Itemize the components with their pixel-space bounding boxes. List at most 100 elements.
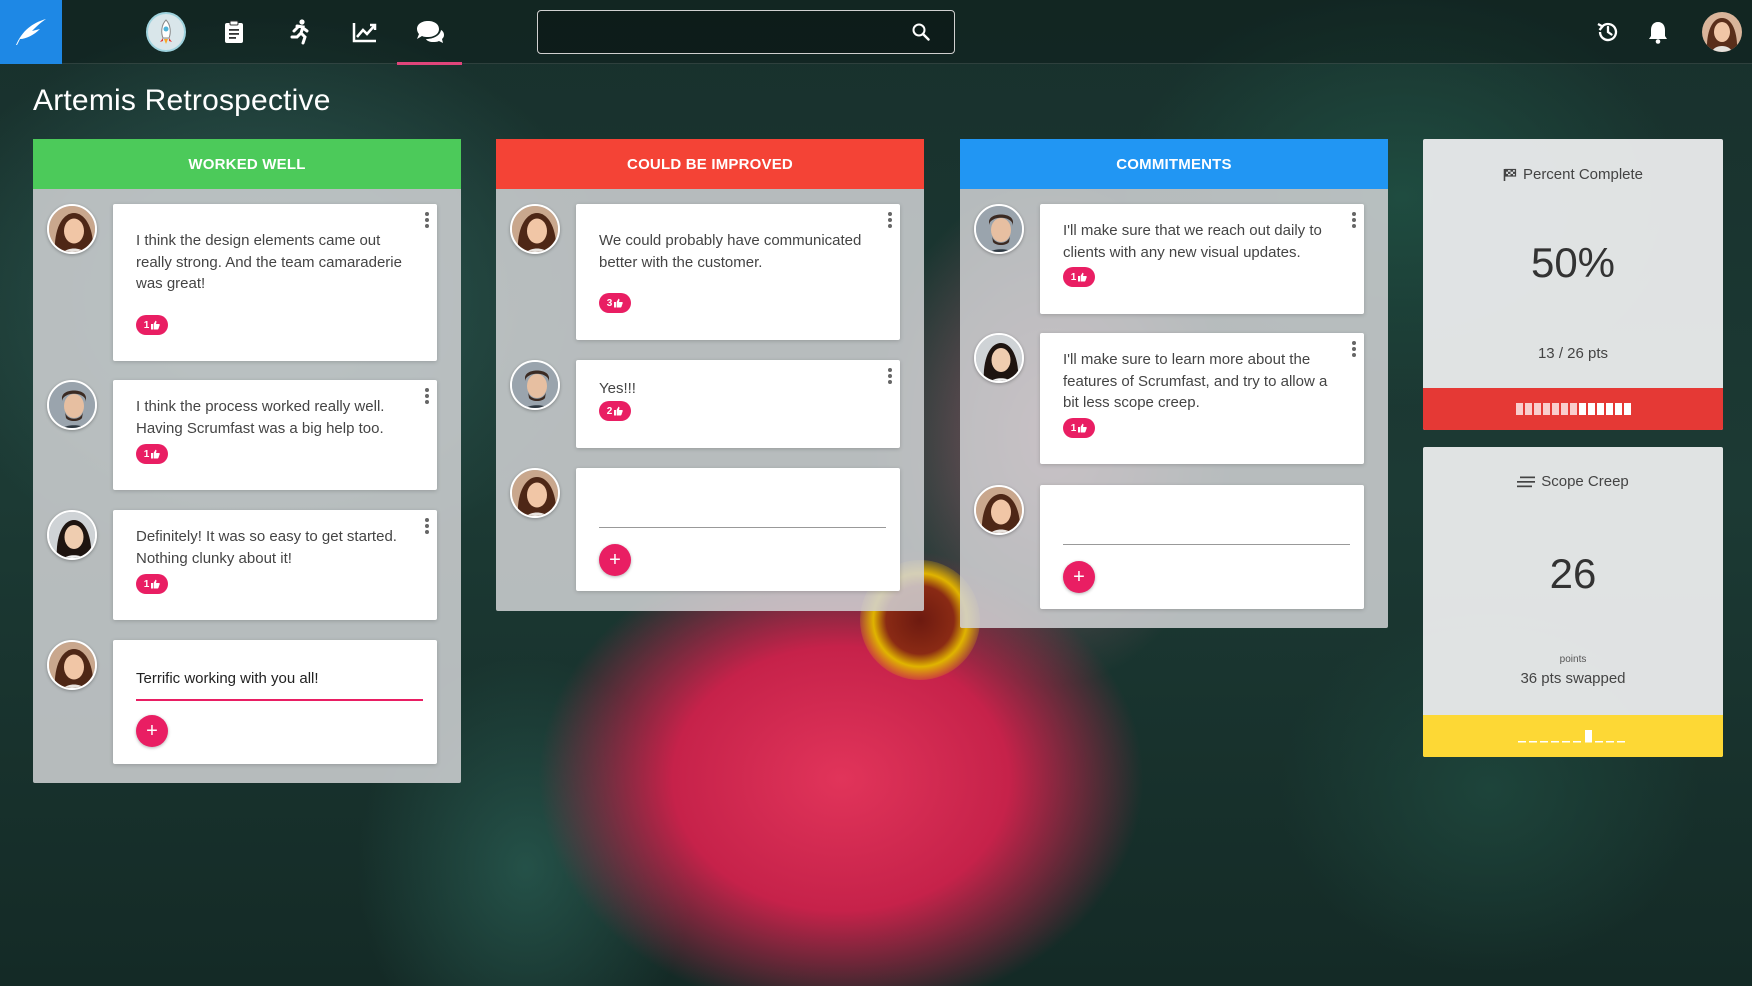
progress-segment bbox=[1533, 403, 1541, 415]
new-card-editor[interactable]: Terrific working with you all! + bbox=[113, 640, 437, 764]
chat-bubbles-icon[interactable] bbox=[415, 17, 445, 47]
trending-chart-icon[interactable] bbox=[350, 17, 380, 47]
add-card-button[interactable]: + bbox=[1063, 561, 1095, 593]
like-button[interactable]: 3 bbox=[599, 293, 631, 313]
stat-label-text: Scope Creep bbox=[1541, 473, 1629, 490]
more-options-icon[interactable] bbox=[421, 210, 433, 230]
stat-label-text: Percent Complete bbox=[1522, 166, 1644, 183]
thumbs-up-icon bbox=[151, 449, 161, 459]
progress-segment bbox=[1587, 403, 1595, 415]
progress-band bbox=[1423, 388, 1723, 430]
swapped-detail: 36 pts swapped bbox=[1520, 670, 1626, 687]
clipboard-icon[interactable] bbox=[219, 17, 249, 47]
input-underline bbox=[599, 527, 886, 528]
history-icon[interactable] bbox=[1594, 18, 1622, 46]
more-options-icon[interactable] bbox=[884, 366, 896, 386]
active-nav-indicator bbox=[397, 62, 462, 65]
retro-card[interactable]: We could probably have communicated bett… bbox=[576, 204, 900, 340]
like-button[interactable]: 1 bbox=[136, 315, 168, 335]
card-text: I think the process worked really well. … bbox=[136, 398, 385, 437]
like-count: 1 bbox=[1070, 422, 1077, 434]
flag-icon bbox=[1503, 168, 1517, 181]
retro-card[interactable]: I think the process worked really well. … bbox=[113, 380, 437, 490]
percent-value: 50% bbox=[1530, 239, 1616, 286]
like-button[interactable]: 1 bbox=[1063, 267, 1095, 287]
avatar bbox=[47, 380, 97, 430]
top-bar bbox=[0, 0, 1752, 65]
avatar bbox=[974, 204, 1024, 254]
thumbs-up-icon bbox=[151, 320, 161, 330]
retro-card[interactable]: Definitely! It was so easy to get starte… bbox=[113, 510, 437, 620]
input-underline bbox=[136, 699, 423, 701]
like-button[interactable]: 2 bbox=[599, 401, 631, 421]
column-could-be-improved: COULD BE IMPROVED We could probably have… bbox=[496, 139, 924, 611]
retro-card[interactable]: I'll make sure that we reach out daily t… bbox=[1040, 204, 1364, 314]
points-detail: 13 / 26 pts bbox=[1537, 345, 1609, 362]
like-button[interactable]: 1 bbox=[136, 444, 168, 464]
avatar bbox=[47, 204, 97, 254]
progress-segment bbox=[1560, 403, 1568, 415]
more-options-icon[interactable] bbox=[884, 210, 896, 230]
more-options-icon[interactable] bbox=[1348, 210, 1360, 230]
column-worked-well: WORKED WELL I think the design elements … bbox=[33, 139, 461, 783]
card-text: Definitely! It was so easy to get starte… bbox=[136, 528, 397, 567]
progress-segment bbox=[1614, 403, 1622, 415]
search-box[interactable] bbox=[537, 10, 955, 54]
search-input[interactable] bbox=[548, 19, 908, 47]
scope-creep-sparkline bbox=[1518, 730, 1625, 743]
thumbs-up-icon bbox=[1078, 423, 1088, 433]
avatar bbox=[47, 510, 97, 560]
scope-creep-band bbox=[1423, 715, 1723, 757]
card-text: We could probably have communicated bett… bbox=[599, 232, 862, 271]
card-text: I'll make sure to learn more about the f… bbox=[1063, 351, 1328, 411]
stat-label: Scope Creep bbox=[1423, 473, 1723, 490]
search-icon[interactable] bbox=[912, 23, 930, 46]
retro-card[interactable]: Yes!!! 2 bbox=[576, 360, 900, 448]
thumbs-up-icon bbox=[614, 298, 624, 308]
new-card-input[interactable]: Terrific working with you all! bbox=[136, 670, 319, 687]
project-avatar-rocket-icon[interactable] bbox=[146, 12, 186, 52]
scope-creep-value: 26 bbox=[1549, 550, 1597, 597]
like-count: 1 bbox=[143, 448, 150, 460]
stat-label: Percent Complete bbox=[1423, 166, 1723, 183]
add-card-button[interactable]: + bbox=[136, 715, 168, 747]
input-underline bbox=[1063, 544, 1350, 545]
feather-logo-icon bbox=[16, 19, 46, 45]
progress-segment bbox=[1578, 403, 1586, 415]
column-commitments: COMMITMENTS I'll make sure that we reach… bbox=[960, 139, 1388, 628]
card-text: Yes!!! bbox=[599, 380, 636, 397]
avatar bbox=[974, 485, 1024, 535]
retro-card[interactable]: I'll make sure to learn more about the f… bbox=[1040, 333, 1364, 464]
column-header: WORKED WELL bbox=[33, 139, 461, 189]
progress-segment bbox=[1542, 403, 1550, 415]
running-person-icon[interactable] bbox=[284, 17, 314, 47]
add-card-button[interactable]: + bbox=[599, 544, 631, 576]
user-avatar[interactable] bbox=[1702, 12, 1742, 52]
like-button[interactable]: 1 bbox=[136, 574, 168, 594]
more-options-icon[interactable] bbox=[421, 516, 433, 536]
new-card-editor[interactable]: + bbox=[1040, 485, 1364, 609]
percent-complete-widget: Percent Complete 50% 13 / 26 pts bbox=[1423, 139, 1723, 430]
progress-bar bbox=[1515, 403, 1631, 415]
like-count: 3 bbox=[606, 297, 613, 309]
like-count: 1 bbox=[143, 578, 150, 590]
page-title: Artemis Retrospective bbox=[33, 84, 331, 117]
progress-segment bbox=[1524, 403, 1532, 415]
avatar bbox=[510, 204, 560, 254]
app-logo[interactable] bbox=[0, 0, 62, 64]
like-button[interactable]: 1 bbox=[1063, 418, 1095, 438]
more-options-icon[interactable] bbox=[421, 386, 433, 406]
avatar bbox=[974, 333, 1024, 383]
thumbs-up-icon bbox=[1078, 272, 1088, 282]
scope-creep-widget: Scope Creep 26 points 36 pts swapped bbox=[1423, 447, 1723, 757]
progress-segment bbox=[1623, 403, 1631, 415]
like-count: 1 bbox=[1070, 271, 1077, 283]
progress-segment bbox=[1569, 403, 1577, 415]
retro-card[interactable]: I think the design elements came out rea… bbox=[113, 204, 437, 361]
new-card-editor[interactable]: + bbox=[576, 468, 900, 591]
scope-creep-unit: points bbox=[1559, 654, 1587, 665]
notifications-bell-icon[interactable] bbox=[1644, 18, 1672, 46]
progress-segment bbox=[1605, 403, 1613, 415]
progress-segment bbox=[1515, 403, 1523, 415]
more-options-icon[interactable] bbox=[1348, 339, 1360, 359]
